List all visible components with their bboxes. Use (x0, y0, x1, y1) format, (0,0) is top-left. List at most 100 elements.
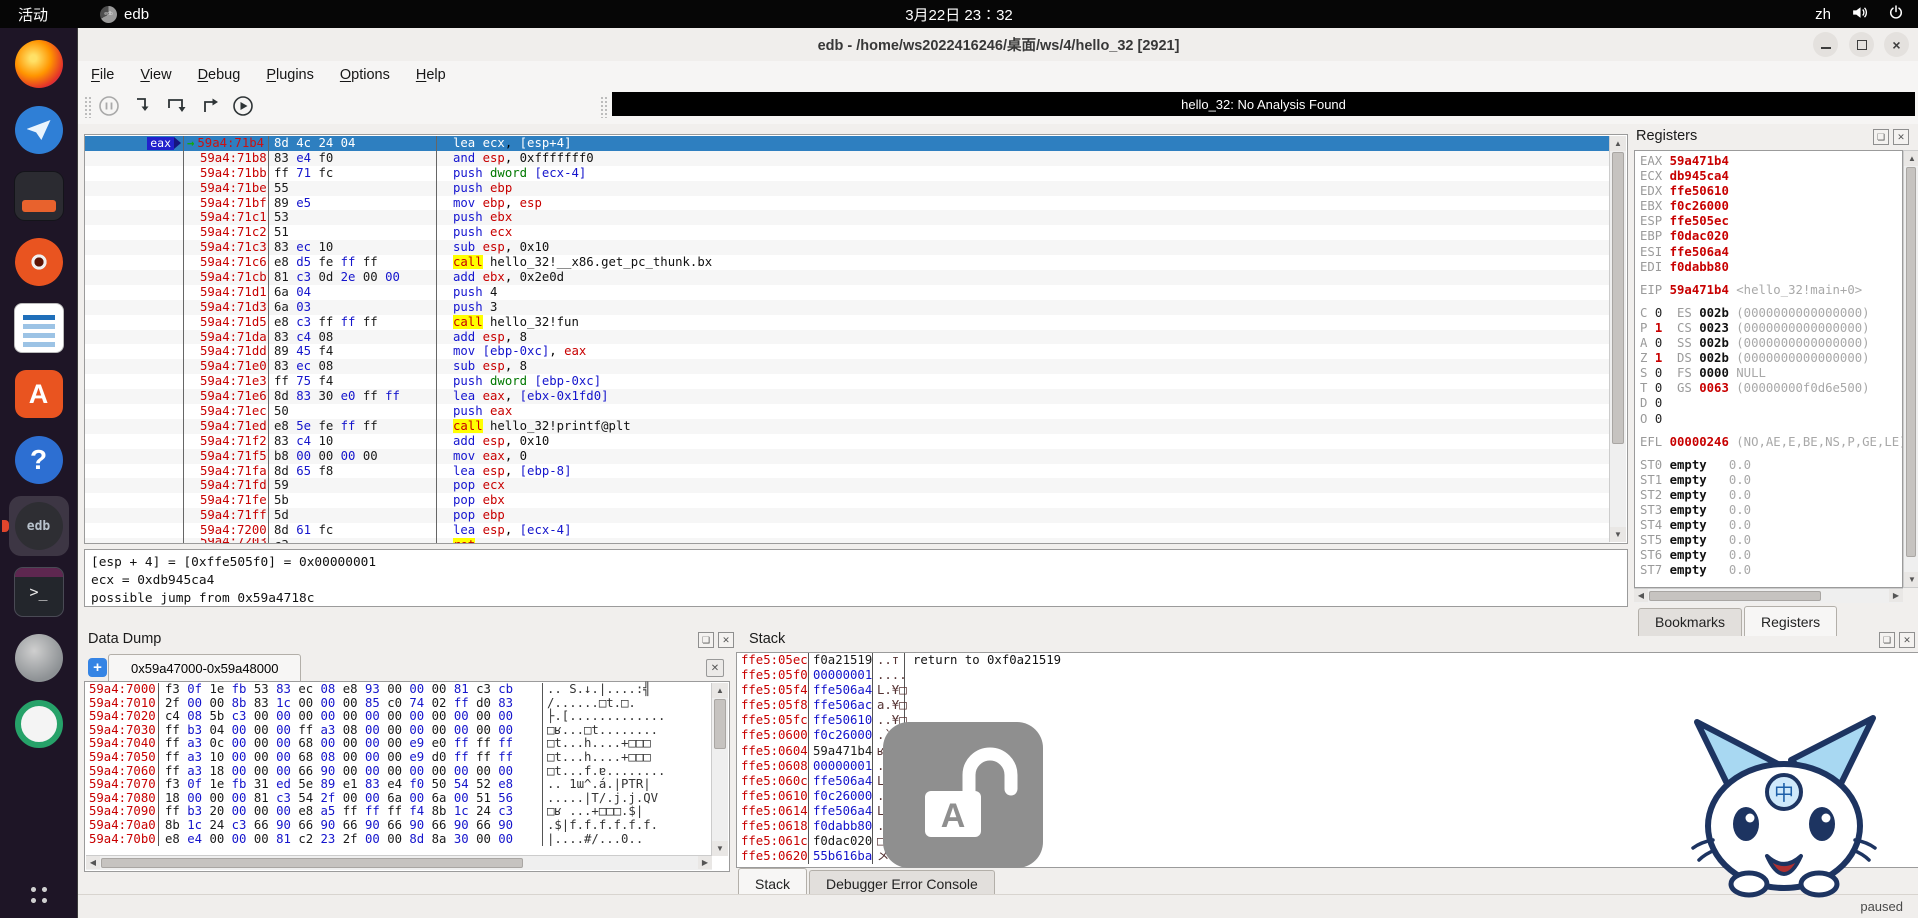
menu-file[interactable]: File (91, 67, 114, 83)
dock-item-updater[interactable] (9, 694, 69, 754)
hex-dump-row[interactable]: 59a4:70a08b 1c 24 c3 66 90 66 90 66 90 6… (85, 819, 712, 833)
disasm-row[interactable]: 59a4:71dd89 45 f4mov [ebp-0xc], eax (85, 344, 1610, 359)
hex-dump-row[interactable]: 59a4:7060ff a3 18 00 00 00 66 90 00 00 0… (85, 765, 712, 779)
registers-vscrollbar[interactable]: ▲ ▼ (1903, 150, 1918, 588)
disasm-row[interactable]: 59a4:71c153push ebx (85, 210, 1610, 225)
fpu-row[interactable]: ST5 empty 0.0 (1640, 533, 1902, 548)
register-row[interactable]: EDI f0dabb80 (1640, 260, 1902, 275)
disasm-row[interactable]: 59a4:71c6e8 d5 fe ff ffcall hello_32!__x… (85, 255, 1610, 270)
hex-dump-row[interactable]: 59a4:7000f3 0f 1e fb 53 83 ec 08 e8 93 0… (85, 683, 712, 697)
hex-dump-view[interactable]: 59a4:7000f3 0f 1e fb 53 83 ec 08 e8 93 0… (84, 681, 730, 872)
disassembly-pane[interactable]: eax→59a4:71b48d 4c 24 04lea ecx, [esp+4]… (84, 134, 1628, 544)
dump-hscrollbar[interactable]: ◀ ▶ (86, 855, 712, 870)
menu-view[interactable]: View (140, 67, 171, 83)
flag-row[interactable]: O 0 (1640, 412, 1902, 427)
tab-registers[interactable]: Registers (1744, 606, 1837, 636)
stack-close-icon[interactable]: ✕ (1899, 632, 1915, 648)
fpu-row[interactable]: ST4 empty 0.0 (1640, 518, 1902, 533)
data-dump-close-icon[interactable]: ✕ (718, 632, 734, 648)
banner-drag-handle[interactable] (600, 96, 607, 118)
stack-row[interactable]: ffe5:05f000000001.... (737, 668, 1918, 683)
disasm-row[interactable]: 59a4:72008d 61 fclea esp, [ecx-4] (85, 523, 1610, 538)
hex-dump-row[interactable]: 59a4:7050ff a3 10 00 00 00 68 08 00 00 0… (85, 751, 712, 765)
disasm-row[interactable]: 59a4:71fd59pop ecx (85, 478, 1610, 493)
pause-button[interactable] (96, 93, 122, 119)
disasm-row[interactable]: 59a4:71f5b8 00 00 00 00mov eax, 0 (85, 449, 1610, 464)
fpu-row[interactable]: ST0 empty 0.0 (1640, 458, 1902, 473)
flag-row[interactable]: D 0 (1640, 396, 1902, 411)
input-language-indicator[interactable]: zh (1815, 6, 1831, 23)
menu-debug[interactable]: Debug (198, 67, 241, 83)
registers-float-icon[interactable]: ❏ (1873, 129, 1889, 145)
menu-help[interactable]: Help (416, 67, 446, 83)
data-dump-float-icon[interactable]: ❏ (698, 632, 714, 648)
register-row[interactable]: ECX db945ca4 (1640, 169, 1902, 184)
dock-item-files[interactable] (9, 166, 69, 226)
disasm-row[interactable]: 59a4:7203c3ret (85, 538, 1610, 544)
disasm-row[interactable]: 59a4:71d16a 04push 4 (85, 285, 1610, 300)
disasm-row[interactable]: 59a4:71e3ff 75 f4push dword [ebp-0xc] (85, 374, 1610, 389)
dock-item-edb[interactable]: edb (9, 496, 69, 556)
flag-row[interactable]: P 1 CS 0023 (0000000000000000) (1640, 321, 1902, 336)
step-over-button[interactable] (164, 93, 190, 119)
tab-bookmarks[interactable]: Bookmarks (1638, 608, 1742, 636)
disasm-row[interactable]: 59a4:71ec50push eax (85, 404, 1610, 419)
dump-region-tab[interactable]: 0x59a47000-0x59a48000 (108, 654, 301, 683)
register-row[interactable]: ESI ffe506a4 (1640, 245, 1902, 260)
restore-button[interactable] (1849, 32, 1874, 57)
flag-row[interactable]: C 0 ES 002b (0000000000000000) (1640, 306, 1902, 321)
fpu-row[interactable]: ST6 empty 0.0 (1640, 548, 1902, 563)
efl-row[interactable]: EFL 00000246 (NO,AE,E,BE,NS,P,GE,LE) (1640, 435, 1902, 450)
registers-list[interactable]: EAX 59a471b4ECX db945ca4EDX ffe50610EBX … (1634, 150, 1903, 588)
registers-close-icon[interactable]: ✕ (1893, 129, 1909, 145)
minimize-button[interactable] (1813, 32, 1838, 57)
fpu-row[interactable]: ST2 empty 0.0 (1640, 488, 1902, 503)
dock-item-writer[interactable] (9, 298, 69, 358)
disasm-row[interactable]: 59a4:71fa8d 65 f8lea esp, [ebp-8] (85, 464, 1610, 479)
fpu-row[interactable]: ST3 empty 0.0 (1640, 503, 1902, 518)
disasm-row[interactable]: 59a4:71c383 ec 10sub esp, 0x10 (85, 240, 1610, 255)
stack-row[interactable]: ffe5:05ecf0a21519..тreturn to 0xf0a21519 (737, 653, 1918, 668)
stack-row[interactable]: ffe5:05f4ffe506a4L.¥□ (737, 683, 1918, 698)
dock-item-gray-app[interactable] (9, 628, 69, 688)
disasm-row[interactable]: 59a4:71ede8 5e fe ff ffcall hello_32!pri… (85, 419, 1610, 434)
disasm-row[interactable]: 59a4:71bbff 71 fcpush dword [ecx-4] (85, 166, 1610, 181)
disasm-row[interactable]: 59a4:71be55push ebp (85, 181, 1610, 196)
stack-float-icon[interactable]: ❏ (1879, 632, 1895, 648)
dock-item-software-center[interactable]: A (9, 364, 69, 424)
disasm-row[interactable]: 59a4:71e68d 83 30 e0 ff fflea eax, [ebx-… (85, 389, 1610, 404)
step-out-button[interactable] (198, 93, 224, 119)
fpu-row[interactable]: ST1 empty 0.0 (1640, 473, 1902, 488)
hex-dump-row[interactable]: 59a4:7090ff b3 20 00 00 00 e8 a5 ff ff f… (85, 805, 712, 819)
run-button[interactable] (230, 93, 256, 119)
flag-row[interactable]: S 0 FS 0000 NULL (1640, 366, 1902, 381)
hex-dump-row[interactable]: 59a4:708018 00 00 00 81 c3 54 2f 00 00 6… (85, 792, 712, 806)
disasm-row[interactable]: 59a4:71d36a 03push 3 (85, 300, 1610, 315)
focused-app-indicator[interactable]: edb edb (100, 6, 149, 23)
disasm-row[interactable]: 59a4:71ff5dpop ebp (85, 508, 1610, 523)
disasm-row[interactable]: 59a4:71e083 ec 08sub esp, 8 (85, 359, 1610, 374)
hex-dump-row[interactable]: 59a4:70b0e8 e4 00 00 00 81 c2 23 2f 00 0… (85, 833, 712, 847)
menu-plugins[interactable]: Plugins (266, 67, 314, 83)
flag-row[interactable]: Z 1 DS 002b (0000000000000000) (1640, 351, 1902, 366)
dock-item-firefox[interactable] (9, 34, 69, 94)
power-icon[interactable] (1888, 4, 1904, 24)
disasm-row[interactable]: 59a4:71c251push ecx (85, 225, 1610, 240)
dock-item-terminal[interactable]: >_ (9, 562, 69, 622)
dump-vscrollbar[interactable]: ▲ ▼ (711, 683, 728, 856)
dump-tab-close-icon[interactable]: ✕ (706, 659, 724, 677)
registers-hscrollbar[interactable]: ◀ ▶ (1634, 588, 1903, 603)
hex-dump-row[interactable]: 59a4:7020c4 08 5b c3 00 00 00 00 00 00 0… (85, 710, 712, 724)
disasm-row[interactable]: 59a4:71fe5bpop ebx (85, 493, 1610, 508)
hex-dump-row[interactable]: 59a4:7070f3 0f 1e fb 31 ed 5e 89 e1 83 e… (85, 778, 712, 792)
menu-options[interactable]: Options (340, 67, 390, 83)
speaker-icon[interactable] (1851, 4, 1868, 25)
register-row[interactable]: EBX f0c26000 (1640, 199, 1902, 214)
register-row[interactable]: EDX ffe50610 (1640, 184, 1902, 199)
show-applications-icon[interactable] (26, 882, 52, 908)
disasm-row[interactable]: 59a4:71da83 c4 08add esp, 8 (85, 330, 1610, 345)
close-button[interactable]: × (1884, 32, 1909, 57)
register-row[interactable]: EAX 59a471b4 (1640, 154, 1902, 169)
disasm-scrollbar[interactable]: ▲ ▼ (1609, 136, 1626, 542)
dock-item-media-disc[interactable] (9, 232, 69, 292)
